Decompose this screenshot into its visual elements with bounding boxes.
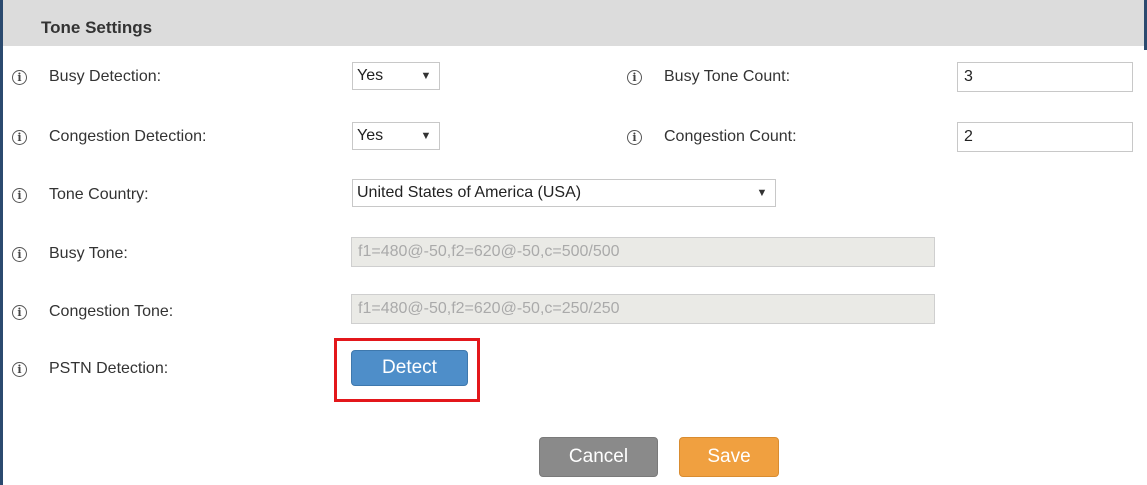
- busy-detection-row: i Busy Detection:: [12, 68, 161, 86]
- congestion-tone-row: i Congestion Tone:: [12, 303, 173, 321]
- info-icon[interactable]: i: [12, 361, 27, 377]
- busy-tone-label: Busy Tone:: [49, 245, 128, 262]
- busy-tone-input: f1=480@-50,f2=620@-50,c=500/500: [351, 237, 935, 267]
- congestion-detection-label: Congestion Detection:: [49, 128, 207, 145]
- save-button[interactable]: Save: [679, 437, 779, 477]
- info-icon[interactable]: i: [12, 187, 27, 203]
- dropdown-arrow-icon: ▼: [756, 187, 768, 199]
- tone-country-row: i Tone Country:: [12, 186, 149, 204]
- busy-tone-count-row: i Busy Tone Count:: [627, 68, 790, 86]
- tone-country-select[interactable]: United States of America (USA) ▼: [352, 179, 776, 207]
- congestion-detection-value: Yes: [357, 127, 384, 144]
- busy-detection-select[interactable]: Yes ▼: [352, 62, 440, 90]
- congestion-count-row: i Congestion Count:: [627, 128, 797, 146]
- dropdown-arrow-icon: ▼: [420, 70, 432, 82]
- busy-tone-count-label: Busy Tone Count:: [664, 68, 791, 85]
- congestion-tone-input: f1=480@-50,f2=620@-50,c=250/250: [351, 294, 935, 324]
- frame-left-border: [0, 0, 3, 485]
- info-icon[interactable]: i: [627, 69, 642, 85]
- section-header: Tone Settings: [3, 0, 1144, 46]
- pstn-detection-label: PSTN Detection:: [49, 360, 169, 377]
- congestion-detection-select[interactable]: Yes ▼: [352, 122, 440, 150]
- info-icon[interactable]: i: [12, 129, 27, 145]
- busy-tone-count-input[interactable]: 3: [957, 62, 1133, 92]
- tone-country-value: United States of America (USA): [357, 184, 582, 201]
- congestion-tone-label: Congestion Tone:: [49, 303, 174, 320]
- tone-country-label: Tone Country:: [49, 186, 149, 203]
- info-icon[interactable]: i: [12, 69, 27, 85]
- info-icon[interactable]: i: [627, 129, 642, 145]
- busy-detection-value: Yes: [357, 67, 384, 84]
- congestion-detection-row: i Congestion Detection:: [12, 128, 206, 146]
- cancel-button[interactable]: Cancel: [539, 437, 658, 477]
- pstn-detection-row: i PSTN Detection:: [12, 360, 168, 378]
- congestion-count-input[interactable]: 2: [957, 122, 1133, 152]
- congestion-count-label: Congestion Count:: [664, 128, 797, 145]
- detect-button[interactable]: Detect: [351, 350, 468, 386]
- info-icon[interactable]: i: [12, 246, 27, 262]
- dropdown-arrow-icon: ▼: [420, 130, 432, 142]
- busy-tone-row: i Busy Tone:: [12, 245, 128, 263]
- info-icon[interactable]: i: [12, 304, 27, 320]
- busy-detection-label: Busy Detection:: [49, 68, 162, 85]
- section-title: Tone Settings: [41, 18, 153, 37]
